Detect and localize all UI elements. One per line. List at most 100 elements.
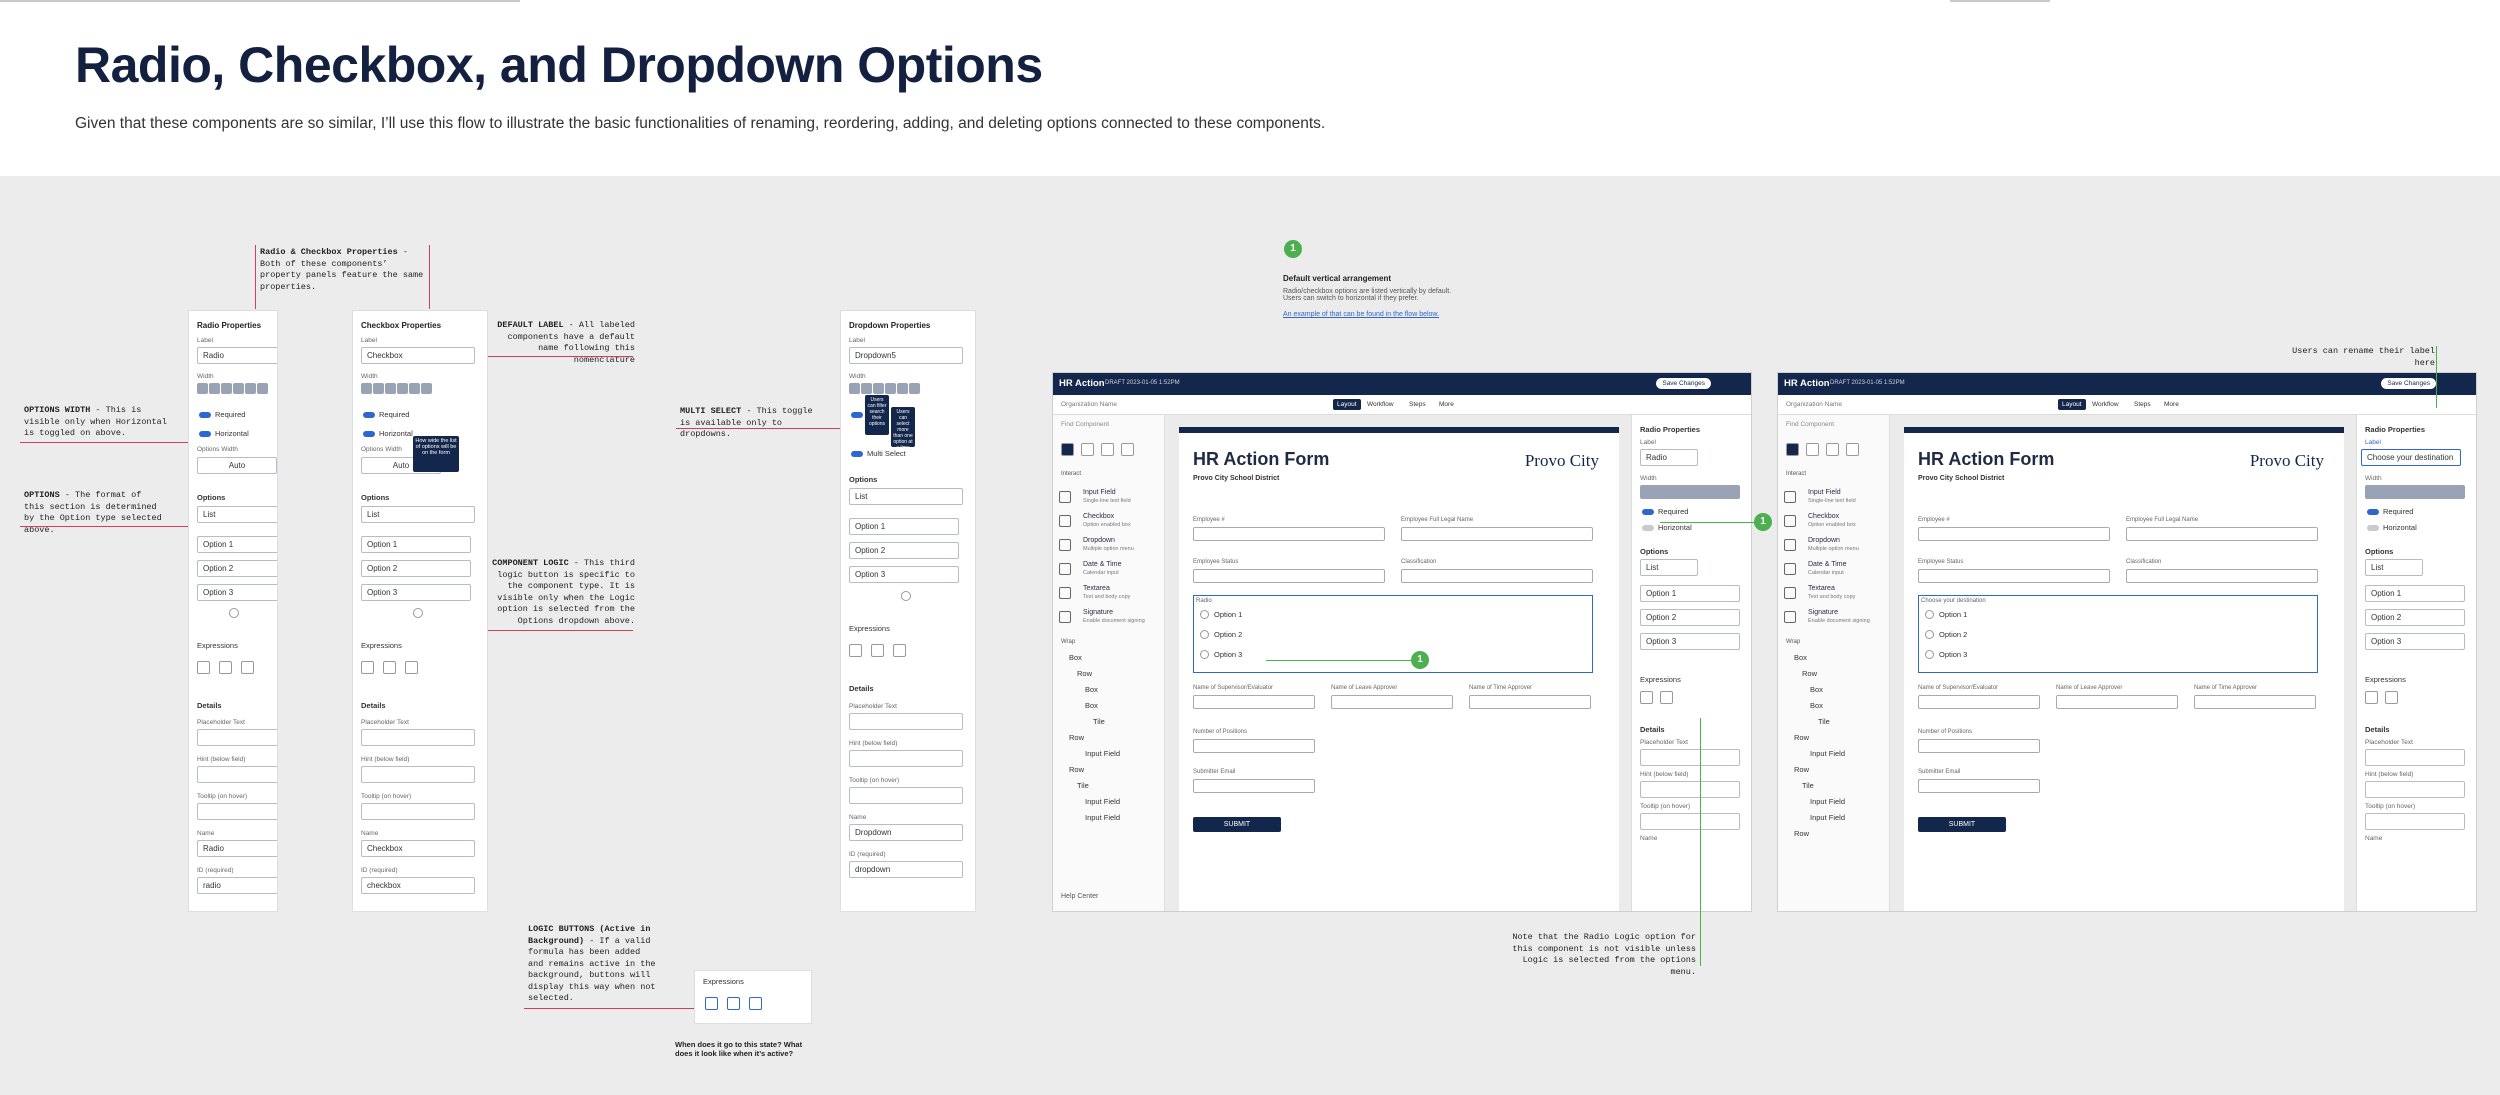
options-type-select[interactable]: List — [2365, 559, 2423, 576]
component-name[interactable]: Checkbox — [1808, 513, 1839, 520]
save-changes-button[interactable]: Save Changes — [2381, 378, 2436, 389]
multi-select-toggle[interactable] — [851, 451, 863, 457]
tree-item[interactable]: Input Field — [1085, 797, 1120, 806]
tooltip-input[interactable] — [849, 787, 963, 804]
width-chip[interactable] — [221, 383, 232, 394]
logic-icon[interactable] — [197, 661, 210, 674]
tree-item[interactable]: Row — [1794, 765, 1809, 774]
components-icon[interactable] — [1786, 443, 1799, 456]
tooltip-input[interactable] — [1640, 813, 1740, 830]
horizontal-toggle[interactable] — [1642, 525, 1654, 531]
tab-more[interactable]: More — [2160, 399, 2183, 410]
required-toggle[interactable] — [1642, 509, 1654, 515]
required-toggle[interactable] — [363, 412, 375, 418]
radio-button[interactable] — [1925, 650, 1934, 659]
option-input[interactable]: Option 1 — [849, 518, 959, 535]
tree-item[interactable]: Row — [1794, 733, 1809, 742]
option-input[interactable]: Option 3 — [2365, 633, 2465, 650]
add-option-icon[interactable] — [901, 591, 911, 601]
radio-component[interactable]: Radio Option 1 Option 2 Option 3 — [1193, 595, 1593, 673]
component-name[interactable]: Dropdown — [1808, 537, 1840, 544]
radio-button[interactable] — [1925, 610, 1934, 619]
tree-item[interactable]: Box — [1810, 685, 1823, 694]
component-name[interactable]: Input Field — [1808, 489, 1841, 496]
validation-icon[interactable] — [727, 997, 740, 1010]
tree-item[interactable]: Row — [1069, 733, 1084, 742]
option-input[interactable]: Option 3 — [849, 566, 959, 583]
horizontal-toggle[interactable] — [2367, 525, 2379, 531]
options-type-select[interactable]: List — [1640, 559, 1698, 576]
name-input[interactable]: Dropdown — [849, 824, 963, 841]
leave-approver-input[interactable] — [1331, 695, 1453, 709]
time-approver-input[interactable] — [2194, 695, 2316, 709]
validation-icon[interactable] — [1660, 691, 1673, 704]
horizontal-toggle[interactable] — [363, 431, 375, 437]
width-chip[interactable] — [421, 383, 432, 394]
logic-icon[interactable] — [849, 644, 862, 657]
width-chip[interactable] — [909, 383, 920, 394]
option-input[interactable]: Option 2 — [197, 560, 277, 577]
tree-item[interactable]: Box — [1794, 653, 1807, 662]
option-input[interactable]: Option 2 — [2365, 609, 2465, 626]
legal-name-input[interactable] — [1401, 527, 1593, 541]
hint-input[interactable] — [1640, 781, 1740, 798]
tooltip-input[interactable] — [2365, 813, 2465, 830]
layout-icon[interactable] — [1806, 443, 1819, 456]
component-name[interactable]: Signature — [1808, 609, 1838, 616]
tab-steps[interactable]: Steps — [1405, 399, 1430, 410]
checkbox-logic-icon[interactable] — [405, 661, 418, 674]
tooltip-input[interactable] — [197, 803, 277, 820]
add-option-icon[interactable] — [413, 608, 423, 618]
tree-item[interactable]: Input Field — [1810, 813, 1845, 822]
logic-icon[interactable] — [361, 661, 374, 674]
tree-item[interactable]: Input Field — [1810, 797, 1845, 806]
option-input[interactable]: Option 2 — [849, 542, 959, 559]
code-icon[interactable] — [1846, 443, 1859, 456]
tab-steps[interactable]: Steps — [2130, 399, 2155, 410]
employee-number-input[interactable] — [1918, 527, 2110, 541]
hint-input[interactable] — [361, 766, 475, 783]
component-name[interactable]: Date & Time — [1808, 561, 1847, 568]
validation-icon[interactable] — [2385, 691, 2398, 704]
positions-select[interactable] — [1918, 739, 2040, 753]
component-name[interactable]: Textarea — [1808, 585, 1835, 592]
global-icon[interactable] — [1826, 443, 1839, 456]
tab-layout[interactable]: Layout — [2058, 399, 2086, 410]
option-input[interactable]: Option 1 — [197, 536, 277, 553]
tab-layout[interactable]: Layout — [1333, 399, 1361, 410]
find-component-input[interactable]: Find Component — [1786, 421, 1834, 428]
width-chip[interactable] — [849, 383, 860, 394]
label-input[interactable]: Radio — [1640, 449, 1698, 466]
hint-input[interactable] — [2365, 781, 2465, 798]
component-name[interactable]: Checkbox — [1083, 513, 1114, 520]
option-input[interactable]: Option 2 — [1640, 609, 1740, 626]
time-approver-input[interactable] — [1469, 695, 1591, 709]
required-toggle[interactable] — [2367, 509, 2379, 515]
label-input[interactable]: Radio — [197, 347, 277, 364]
required-toggle[interactable] — [851, 412, 863, 418]
width-chip[interactable] — [885, 383, 896, 394]
component-name[interactable]: Signature — [1083, 609, 1113, 616]
option-input[interactable]: Option 1 — [2365, 585, 2465, 602]
tree-item[interactable]: Box — [1085, 685, 1098, 694]
placeholder-input[interactable] — [849, 713, 963, 730]
label-input[interactable]: Choose your destination — [2361, 449, 2461, 466]
horizontal-toggle[interactable] — [199, 431, 211, 437]
logic-icon[interactable] — [2365, 691, 2378, 704]
component-name[interactable]: Date & Time — [1083, 561, 1122, 568]
label-input[interactable]: Dropdown5 — [849, 347, 963, 364]
options-type-select[interactable]: List — [849, 488, 963, 505]
width-chip[interactable] — [861, 383, 872, 394]
tree-item[interactable]: Box — [1069, 653, 1082, 662]
find-component-input[interactable]: Find Component — [1061, 421, 1109, 428]
validation-icon[interactable] — [871, 644, 884, 657]
classification-select[interactable] — [1401, 569, 1593, 583]
code-icon[interactable] — [1121, 443, 1134, 456]
name-input[interactable]: Checkbox — [361, 840, 475, 857]
id-input[interactable]: dropdown — [849, 861, 963, 878]
employee-number-input[interactable] — [1193, 527, 1385, 541]
required-toggle[interactable] — [199, 412, 211, 418]
radio-button[interactable] — [1925, 630, 1934, 639]
help-center-link[interactable]: Help Center — [1061, 893, 1098, 900]
placeholder-input[interactable] — [1640, 749, 1740, 766]
